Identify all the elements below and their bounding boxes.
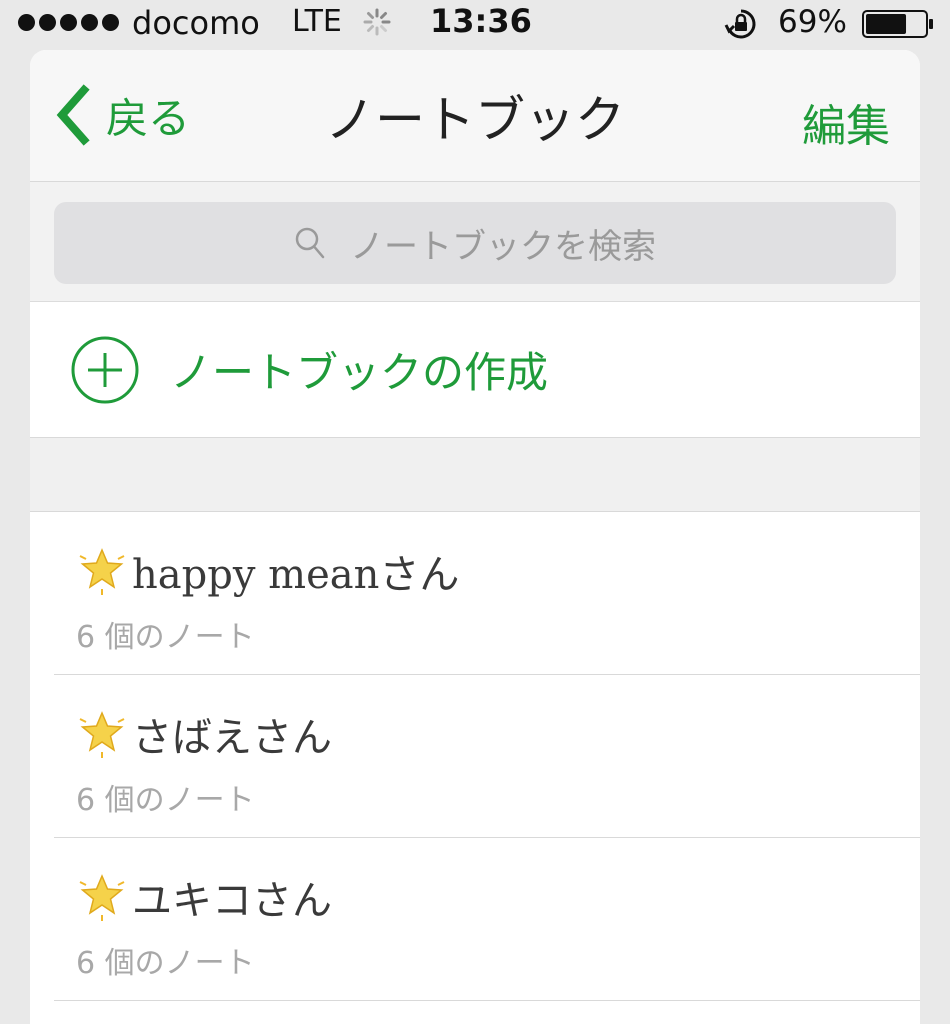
battery-icon xyxy=(862,10,933,38)
search-placeholder: ノートブックを検索 xyxy=(350,226,656,267)
status-bar: docomo LTE 13:36 69% xyxy=(0,0,950,46)
search-bar: ノートブックを検索 xyxy=(30,182,920,302)
notebook-list: happy meanさん 6 個のノート さばえさん 6 個のノート ユキコさん… xyxy=(30,512,920,1001)
signal-strength-icon xyxy=(18,14,119,31)
create-notebook-label: ノートブックの作成 xyxy=(170,348,549,397)
battery-percentage: 69% xyxy=(778,4,847,40)
note-count: 6 個のノート xyxy=(76,946,255,981)
notebook-item[interactable]: さばえさん 6 個のノート xyxy=(30,675,920,838)
search-input[interactable]: ノートブックを検索 xyxy=(54,202,896,284)
notebook-panel: 戻る ノートブック 編集 ノートブックを検索 ノートブックの作成 happy m… xyxy=(30,50,920,1024)
notebook-title-text: ユキコさん xyxy=(132,878,332,924)
navigation-bar: 戻る ノートブック 編集 xyxy=(30,50,920,182)
glowing-star-icon xyxy=(79,711,125,758)
notebook-title: happy meanさん xyxy=(78,542,459,600)
activity-spinner-icon xyxy=(363,8,391,36)
edit-button[interactable]: 編集 xyxy=(802,90,890,154)
note-count: 6 個のノート xyxy=(76,620,255,655)
note-count: 6 個のノート xyxy=(76,783,255,818)
notebook-title-text: さばえさん xyxy=(132,715,332,761)
network-type: LTE xyxy=(292,4,342,39)
notebook-item[interactable]: ユキコさん 6 個のノート xyxy=(30,838,920,1001)
notebook-title: さばえさん xyxy=(78,705,332,763)
glowing-star-icon xyxy=(79,548,125,595)
notebook-title-text: happy meanさん xyxy=(132,552,460,598)
glowing-star-icon xyxy=(79,874,125,921)
carrier-name: docomo xyxy=(132,4,260,42)
add-circle-icon xyxy=(71,336,139,403)
screen: docomo LTE 13:36 69% 戻る ノートブック 編集 ノートブック… xyxy=(0,0,950,1024)
page-title: ノートブック xyxy=(325,91,625,149)
create-notebook-button[interactable]: ノートブックの作成 xyxy=(30,302,920,438)
search-icon xyxy=(295,227,325,259)
section-separator xyxy=(30,438,920,512)
clock: 13:36 xyxy=(430,2,532,40)
notebook-title: ユキコさん xyxy=(78,868,332,926)
notebook-item[interactable]: happy meanさん 6 個のノート xyxy=(30,512,920,675)
orientation-lock-icon xyxy=(724,9,756,39)
